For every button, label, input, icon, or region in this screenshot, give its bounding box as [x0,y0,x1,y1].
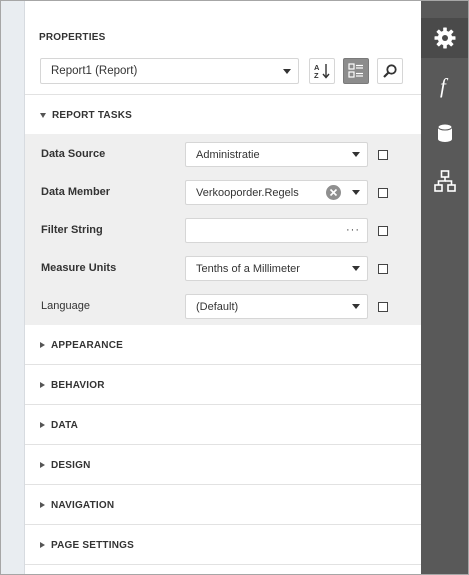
object-selector[interactable]: Report1 (Report) [40,58,299,84]
categories-button[interactable] [343,58,369,84]
expand-triangle-icon [40,462,45,468]
properties-tab[interactable] [421,18,468,58]
section-appearance[interactable]: APPEARANCE [25,325,421,365]
measure-units-checkbox[interactable] [378,264,388,274]
expand-triangle-icon [40,342,45,348]
gear-icon [434,27,455,49]
section-navigation[interactable]: NAVIGATION [25,485,421,525]
collapse-triangle-icon [40,112,46,118]
property-label: Measure Units [41,262,117,274]
expand-triangle-icon [40,382,45,388]
hierarchy-icon [433,170,456,192]
function-icon: f [440,74,449,98]
panel-title: PROPERTIES [39,32,106,43]
expand-triangle-icon [40,502,45,508]
property-label: Data Source [41,148,106,160]
data-member-checkbox[interactable] [378,188,388,198]
editor-value: Verkooporder.Regels [196,186,299,199]
property-row-data-member: Data Member Verkooporder.Regels [25,173,421,211]
section-label: BEHAVIOR [51,379,105,391]
editor-value: (Default) [196,300,239,313]
divider [25,564,421,565]
ellipsis-button[interactable]: ··· [346,224,360,236]
property-row-data-source: Data Source Administratie [25,135,421,173]
expand-triangle-icon [40,422,45,428]
chevron-down-icon [352,152,360,157]
svg-text:Z: Z [314,71,319,80]
section-behavior[interactable]: BEHAVIOR [25,365,421,405]
svg-text:f: f [440,74,449,98]
expand-triangle-icon [40,542,45,548]
properties-panel: PROPERTIES Report1 (Report) A Z REPORT T… [25,1,421,574]
property-label: Language [41,300,90,312]
property-row-measure-units: Measure Units Tenths of a Millimeter [25,249,421,287]
filter-string-field[interactable]: ··· [185,218,368,243]
editor-value: Administratie [196,148,260,161]
section-report-tasks[interactable]: REPORT TASKS [25,95,421,135]
database-icon [437,123,452,142]
data-source-checkbox[interactable] [378,150,388,160]
chevron-down-icon [283,69,291,74]
section-label: DATA [51,419,79,431]
chevron-down-icon [352,304,360,309]
expressions-tab[interactable]: f [421,66,468,106]
editor-value: Tenths of a Millimeter [196,262,300,275]
search-icon [383,64,397,78]
language-checkbox[interactable] [378,302,388,312]
report-tasks-group: Data Source Administratie Data Member Ve… [25,134,421,325]
categories-icon [348,63,363,78]
design-surface-edge [1,1,25,574]
property-label: Filter String [41,224,103,236]
language-dropdown[interactable]: (Default) [185,294,368,319]
filter-string-checkbox[interactable] [378,226,388,236]
property-label: Data Member [41,186,111,198]
object-selector-value: Report1 (Report) [51,65,138,77]
section-label: PAGE SETTINGS [51,539,134,551]
section-label: REPORT TASKS [52,109,132,121]
properties-window: PROPERTIES Report1 (Report) A Z REPORT T… [0,0,469,575]
section-label: DESIGN [51,459,91,471]
property-row-language: Language (Default) [25,287,421,325]
clear-icon[interactable] [326,185,341,200]
data-member-dropdown[interactable]: Verkooporder.Regels [185,180,368,205]
section-page-settings[interactable]: PAGE SETTINGS [25,525,421,565]
right-tab-bar: f [421,1,468,574]
search-button[interactable] [377,58,403,84]
chevron-down-icon [352,190,360,195]
section-data[interactable]: DATA [25,405,421,445]
section-label: NAVIGATION [51,499,115,511]
property-row-filter-string: Filter String ··· [25,211,421,249]
measure-units-dropdown[interactable]: Tenths of a Millimeter [185,256,368,281]
report-explorer-tab[interactable] [421,161,468,201]
sort-alphabetical-button[interactable]: A Z [309,58,335,84]
sort-az-icon: A Z [314,63,330,80]
chevron-down-icon [352,266,360,271]
data-source-dropdown[interactable]: Administratie [185,142,368,167]
section-label: APPEARANCE [51,339,124,351]
field-list-tab[interactable] [421,113,468,153]
section-design[interactable]: DESIGN [25,445,421,485]
